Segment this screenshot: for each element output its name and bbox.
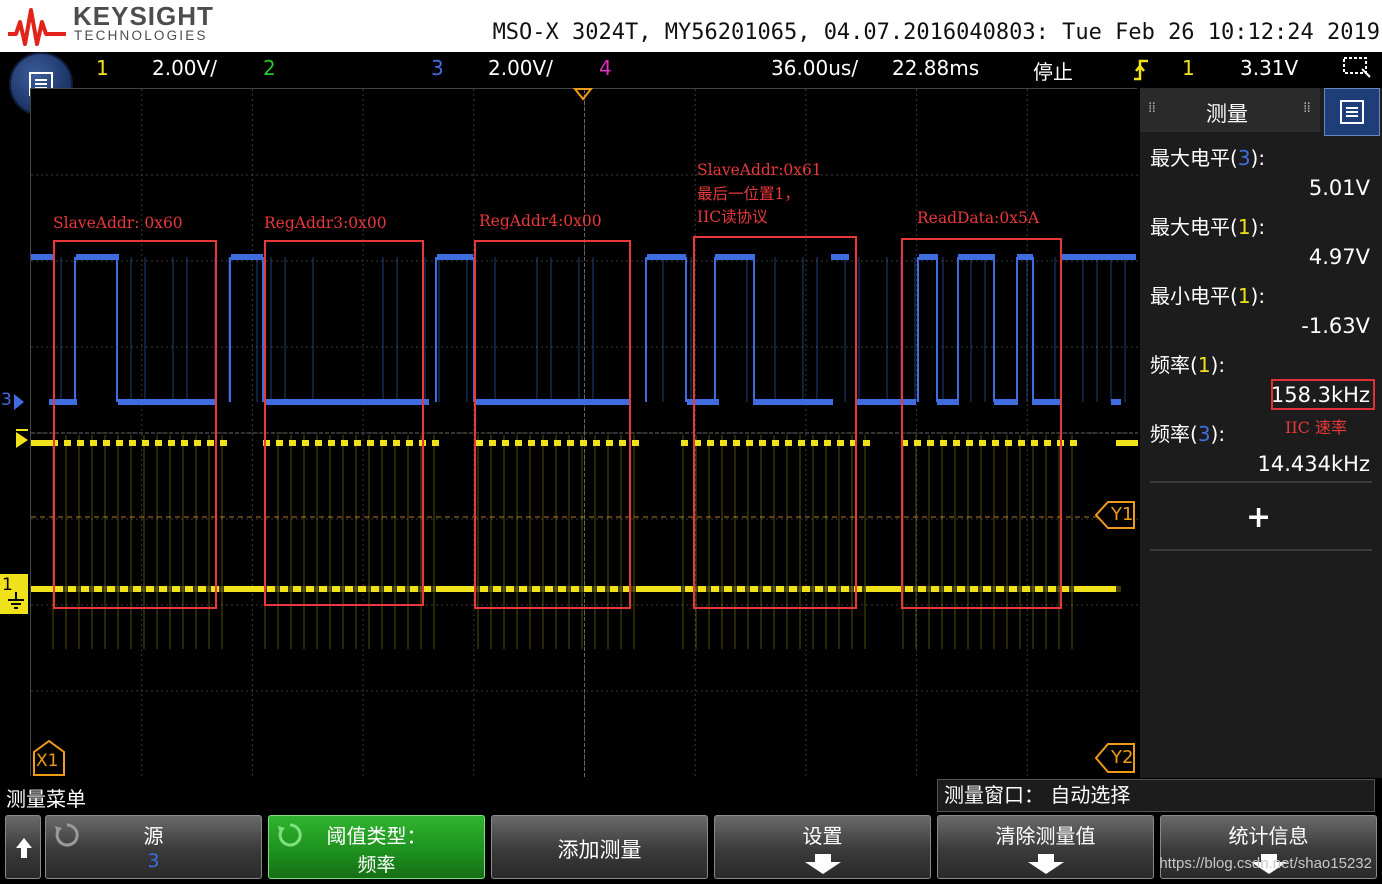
measurement-window-label: 测量窗口： (944, 783, 1044, 807)
measurement-panel-title: 测量 (1206, 98, 1248, 128)
measurement-window-field[interactable]: 测量窗口： 自动选择 (937, 779, 1375, 812)
timebase-scale[interactable]: 36.00us/ (771, 56, 858, 80)
measurement-min-ch1-value: -1.63V (1301, 314, 1370, 338)
trigger-position-marker[interactable] (573, 88, 593, 102)
annotation-slave-addr-write: SlaveAddr: 0x60 (53, 212, 183, 235)
add-measurement-softkey[interactable]: 添加测量 (491, 815, 708, 879)
measurement-name: 最大电平 (1150, 146, 1230, 170)
measurement-name: 频率 (1150, 353, 1190, 377)
measurement-menu-button[interactable] (1324, 88, 1380, 136)
settings-softkey[interactable]: 设置 (714, 815, 931, 879)
time-delay[interactable]: 22.88ms (892, 56, 979, 80)
annotation-reg-addr4: RegAddr4:0x00 (479, 210, 602, 233)
measurement-max-ch1-value: 4.97V (1309, 245, 1370, 269)
settings-label: 设置 (715, 820, 930, 849)
annotation-read-data: ReadData:0x5A (917, 207, 1039, 230)
measurement-source: 3 (1198, 422, 1211, 446)
divider (1150, 481, 1372, 483)
measurement-name: 频率 (1150, 422, 1190, 446)
clear-measurements-label: 清除测量值 (938, 820, 1153, 849)
watermark: https://blog.csdn.net/shao15232 (1159, 855, 1372, 872)
measurement-min-ch1-label[interactable]: 最小电平(1): (1150, 280, 1265, 309)
measurement-max-ch1-label[interactable]: 最大电平(1): (1150, 211, 1265, 240)
source-value: 3 (46, 850, 261, 872)
waveform-canvas (31, 89, 1138, 777)
annotation-slave-addr-read: SlaveAddr:0x61 (697, 159, 822, 182)
cursor-y2-label: Y2 (1111, 747, 1133, 768)
measurement-freq-ch1-label[interactable]: 频率(1): (1150, 349, 1225, 378)
menu-title: 测量菜单 (6, 783, 86, 812)
screen-capture-icon[interactable] (1342, 55, 1372, 81)
measurement-freq-ch3-value: 14.434kHz (1258, 452, 1370, 476)
waveform-display[interactable] (30, 88, 1137, 776)
brand-subtitle: TECHNOLOGIES (74, 28, 208, 43)
up-arrow-icon (14, 836, 34, 860)
statistics-label: 统计信息 (1161, 820, 1376, 849)
ch3-number[interactable]: 3 (431, 56, 444, 80)
cursor-y2-tag[interactable]: Y2 (1094, 742, 1136, 774)
measurement-source: 1 (1238, 284, 1251, 308)
measurement-source: 3 (1238, 146, 1251, 170)
ch4-number[interactable]: 4 (599, 56, 612, 80)
drag-grip-icon[interactable]: ⁞⁞ (1148, 100, 1155, 116)
down-arrow-icon (803, 852, 843, 876)
ch2-number[interactable]: 2 (263, 56, 276, 80)
measurement-max-ch3-label[interactable]: 最大电平(3): (1150, 142, 1265, 171)
clear-measurements-softkey[interactable]: 清除测量值 (937, 815, 1154, 879)
annotation-iic-read-protocol: IIC读协议 (697, 206, 768, 229)
highlight-box (1271, 379, 1375, 410)
cursor-x1-tag[interactable]: X1 (32, 740, 66, 776)
source-label: 源 (46, 820, 261, 849)
threshold-type-softkey[interactable]: 阈值类型： 频率 (268, 815, 485, 879)
run-state[interactable]: 停止 (1033, 56, 1073, 85)
measurement-source: 1 (1198, 353, 1211, 377)
threshold-type-value: 频率 (269, 850, 484, 877)
ch1-number[interactable]: 1 (96, 56, 109, 80)
measurement-max-ch3-value: 5.01V (1309, 176, 1370, 200)
ch3-ground-marker[interactable]: 3 (0, 390, 28, 412)
ch1-scale[interactable]: 2.00V/ (152, 56, 217, 80)
cursor-x1-label: X1 (36, 751, 58, 771)
measurement-source: 1 (1238, 215, 1251, 239)
ch1-ground-marker[interactable]: 1 (0, 574, 28, 614)
cursor-y1-label: Y1 (1111, 504, 1133, 525)
trigger-level[interactable]: 3.31V (1240, 56, 1298, 80)
measurement-name: 最小电平 (1150, 284, 1230, 308)
measurement-freq-ch3-label[interactable]: 频率(3): (1150, 418, 1225, 447)
trigger-level-marker[interactable] (14, 428, 30, 450)
divider (1150, 549, 1372, 551)
trigger-source[interactable]: 1 (1182, 56, 1195, 80)
trigger-edge-icon (1132, 57, 1152, 83)
add-measurement-label: 添加测量 (492, 834, 707, 864)
instrument-info: MSO-X 3024T, MY56201065, 04.07.201604080… (493, 20, 1380, 45)
annotation-read-bit-note: 最后一位置1， (697, 183, 800, 206)
ground-icon (6, 592, 26, 612)
cursor-y1-tag[interactable]: Y1 (1094, 500, 1136, 530)
source-softkey[interactable]: 源 3 (45, 815, 262, 879)
measurement-window-value: 自动选择 (1050, 783, 1130, 807)
ch3-scale[interactable]: 2.00V/ (488, 56, 553, 80)
threshold-type-label: 阈值类型： (269, 820, 484, 849)
iic-rate-note: IIC 速率 (1285, 414, 1347, 438)
back-up-button[interactable] (5, 815, 41, 879)
add-measurement-plus-icon[interactable]: + (1246, 500, 1271, 535)
menu-list-icon (1340, 100, 1364, 124)
down-arrow-icon (1026, 852, 1066, 876)
annotation-reg-addr3: RegAddr3:0x00 (264, 212, 387, 235)
drag-grip-icon[interactable]: ⁞⁞ (1303, 100, 1310, 116)
keysight-logo-icon (6, 4, 68, 48)
measurement-name: 最大电平 (1150, 215, 1230, 239)
